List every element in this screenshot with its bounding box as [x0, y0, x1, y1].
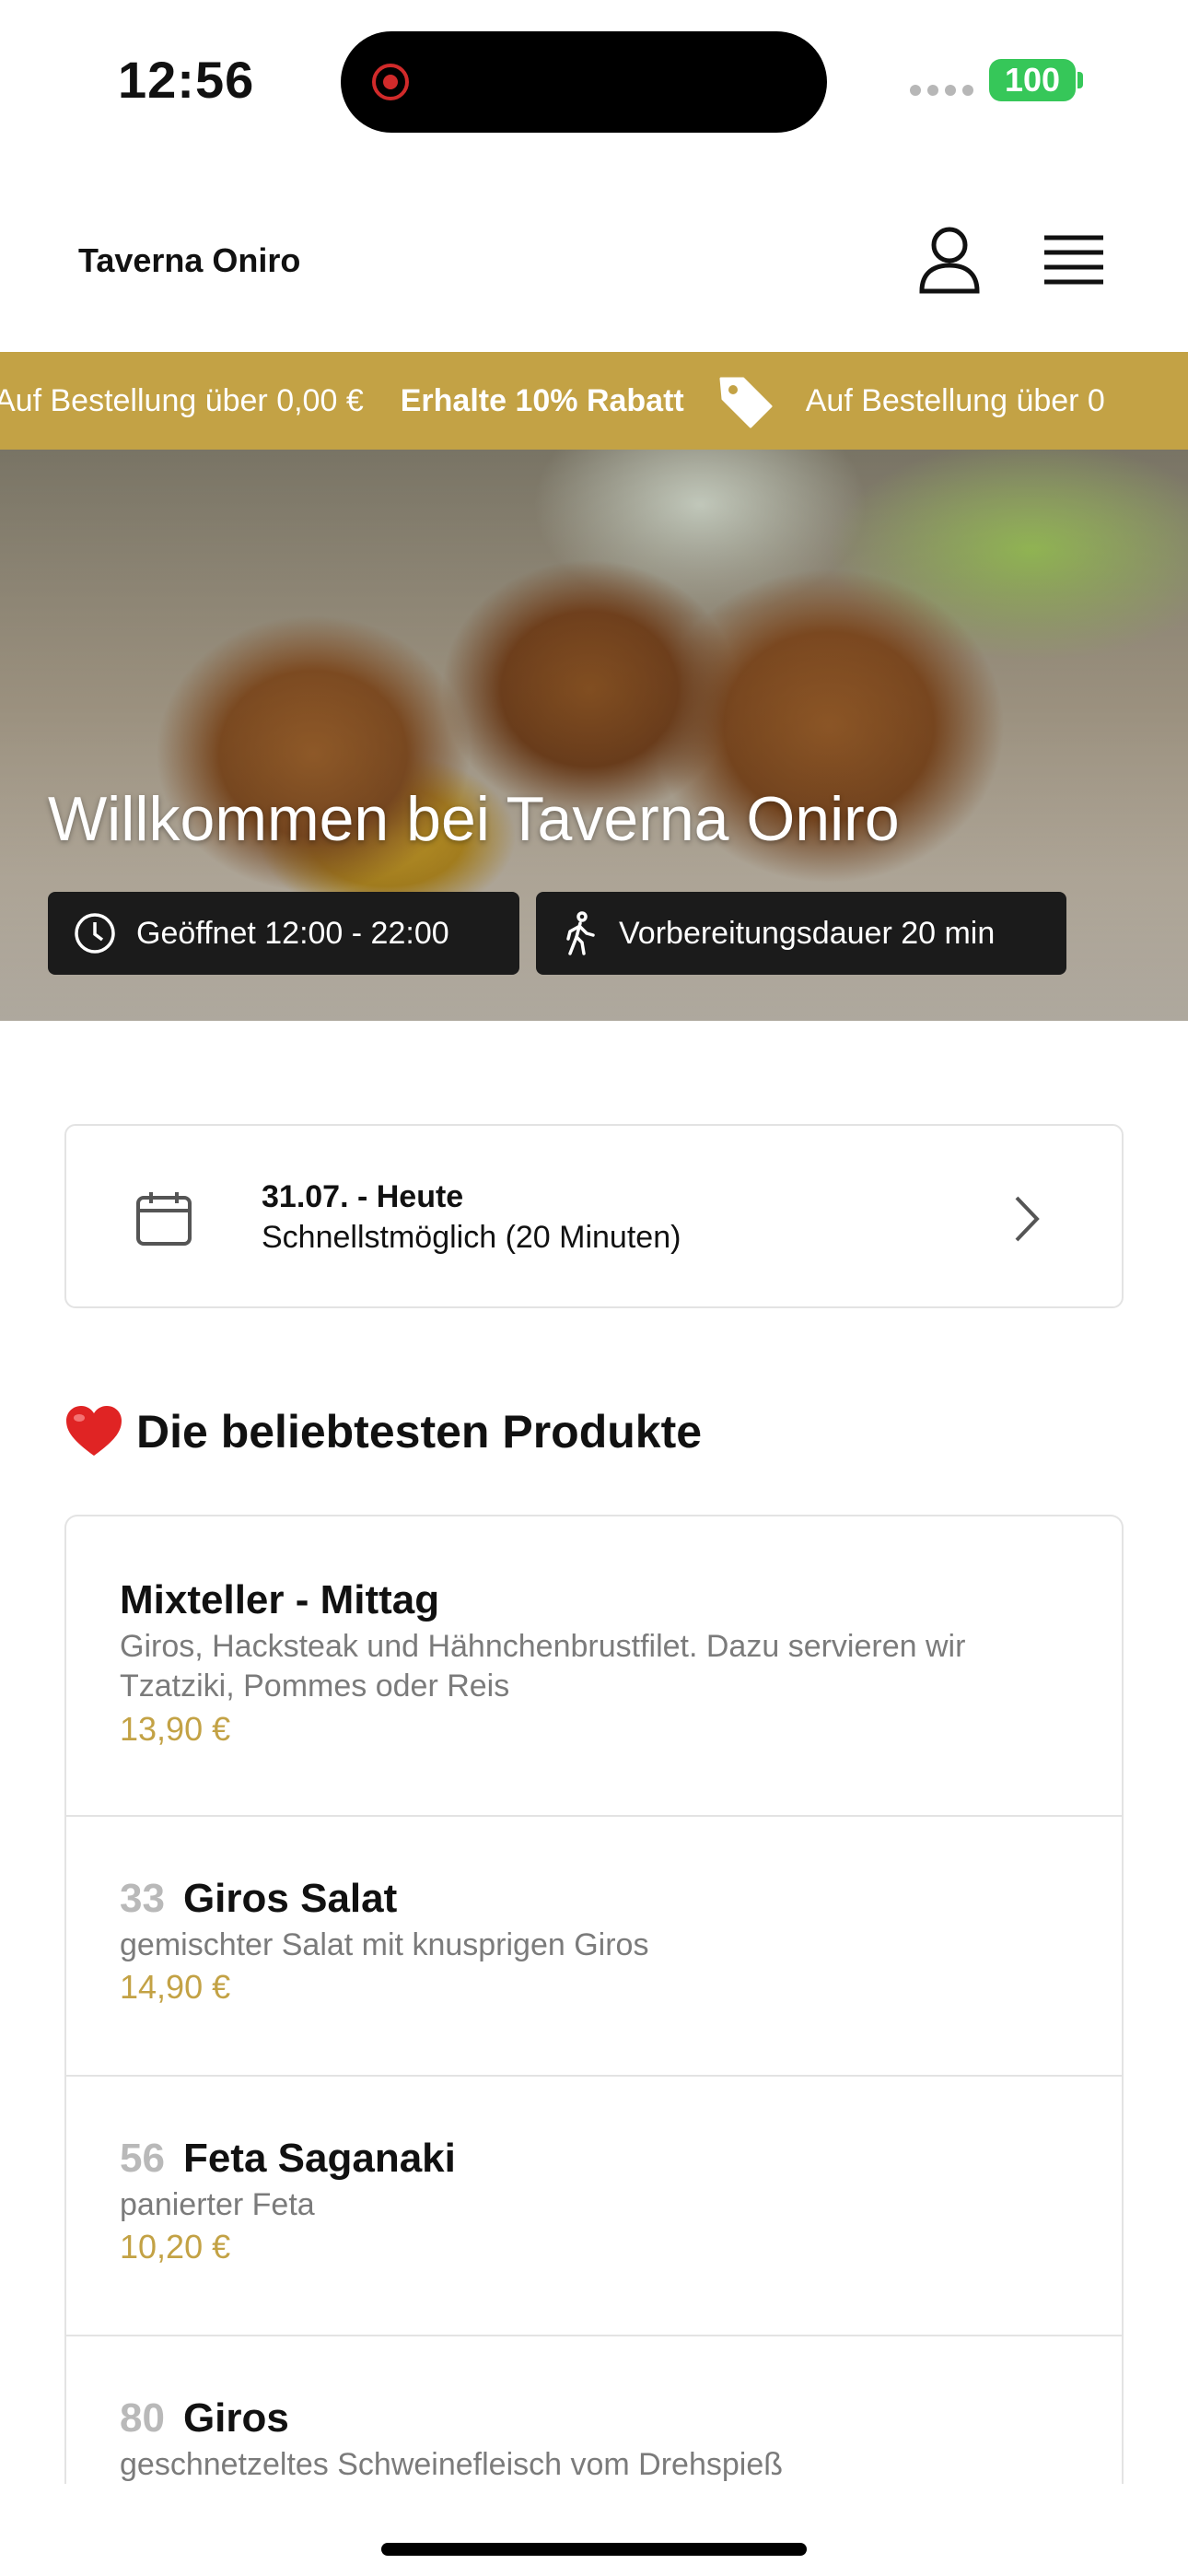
heart-icon	[66, 1406, 122, 1456]
promo-text-suffix: Auf Bestellung über 0	[805, 382, 1105, 418]
app-header: Taverna Oniro	[0, 175, 1188, 350]
product-title: 33 Giros Salat	[120, 1876, 397, 1922]
product-description: Giros, Hacksteak und Hähnchenbrustfilet.…	[120, 1629, 966, 1704]
opening-hours-text: Geöffnet 12:00 - 22:00	[136, 915, 449, 951]
signal-icon	[910, 85, 973, 96]
hero-title: Willkommen bei Taverna Oniro	[48, 784, 900, 854]
battery-icon: 100	[989, 59, 1076, 101]
promo-text-prefix: Auf Bestellung über 0,00 €	[0, 382, 364, 418]
calendar-icon	[136, 1192, 192, 1246]
product-number: 56	[120, 2136, 165, 2181]
home-indicator[interactable]	[381, 2543, 807, 2556]
product-title: 80 Giros	[120, 2395, 289, 2441]
tag-icon	[719, 377, 773, 428]
clock-icon	[75, 913, 115, 954]
pickup-slot: Schnellstmöglich (20 Minuten)	[262, 1220, 681, 1255]
user-icon[interactable]	[917, 225, 982, 295]
opening-hours-chip: Geöffnet 12:00 - 22:00	[48, 892, 519, 975]
hamburger-menu-icon[interactable]	[1041, 232, 1107, 289]
brand-name[interactable]: Taverna Oniro	[78, 241, 300, 280]
popular-title-text: Die beliebtesten Produkte	[136, 1406, 703, 1458]
product-description: geschnetzeltes Schweinefleisch vom Drehs…	[120, 2447, 784, 2482]
prep-time-text: Vorbereitungsdauer 20 min	[619, 915, 996, 951]
list-item[interactable]: 56 Feta Saganaki panierter Feta 10,20 €	[66, 2077, 1122, 2336]
product-name: Mixteller - Mittag	[120, 1577, 440, 1622]
pickup-date: 31.07. - Heute	[262, 1179, 464, 1214]
status-time: 12:56	[118, 51, 255, 109]
product-description: gemischter Salat mit knusprigen Giros	[120, 1927, 649, 1962]
product-title: 56 Feta Saganaki	[120, 2136, 456, 2182]
hero-banner: Willkommen bei Taverna Oniro Geöffnet 12…	[0, 450, 1188, 1021]
promo-discount: Erhalte 10% Rabatt	[400, 382, 684, 418]
battery-tip	[1077, 72, 1083, 88]
product-price: 13,90 €	[120, 1710, 231, 1748]
chevron-right-icon	[1015, 1196, 1040, 1242]
product-description: panierter Feta	[120, 2187, 315, 2222]
recording-icon	[372, 64, 409, 100]
product-price: 10,20 €	[120, 2228, 231, 2266]
product-name: Giros Salat	[182, 1876, 398, 1921]
product-name: Giros	[182, 2395, 289, 2441]
product-number: 33	[120, 1876, 165, 1921]
walking-icon	[566, 911, 595, 955]
popular-section-title: Die beliebtesten Produkte	[64, 1404, 702, 1459]
promo-banner[interactable]: Auf Bestellung über 0,00 € Erhalte 10% R…	[0, 352, 1188, 450]
product-number: 80	[120, 2395, 165, 2441]
list-item[interactable]: 33 Giros Salat gemischter Salat mit knusp…	[66, 1817, 1122, 2077]
product-name: Feta Saganaki	[182, 2136, 456, 2181]
product-price: 14,90 €	[120, 1968, 231, 2006]
list-item[interactable]: Mixteller - Mittag Giros, Hacksteak und …	[66, 1516, 1122, 1817]
status-bar: 12:56 100	[0, 0, 1188, 162]
pickup-time-selector[interactable]: 31.07. - Heute Schnellstmöglich (20 Minu…	[64, 1124, 1124, 1308]
list-item[interactable]: 80 Giros geschnetzeltes Schweinefleisch v…	[66, 2336, 1122, 2484]
popular-products-list: Mixteller - Mittag Giros, Hacksteak und …	[64, 1515, 1124, 2484]
prep-time-chip: Vorbereitungsdauer 20 min	[536, 892, 1066, 975]
dynamic-island	[341, 31, 827, 133]
